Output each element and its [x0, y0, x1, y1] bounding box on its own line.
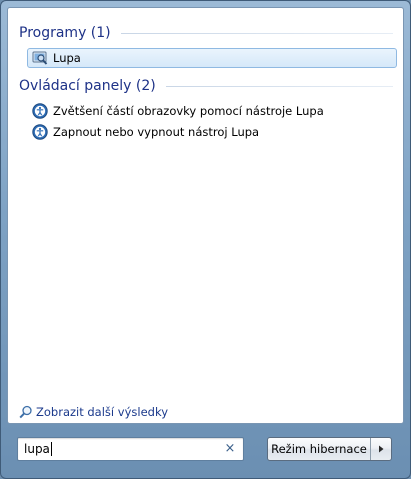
- start-menu: Programy (1) Lupa Ovládací panely (2) Zv…: [0, 0, 411, 479]
- search-results-panel: Programy (1) Lupa Ovládací panely (2) Zv…: [7, 7, 404, 424]
- see-more-results-label: Zobrazit další výsledky: [36, 405, 168, 419]
- group-divider: [165, 85, 393, 87]
- ease-of-access-icon: [32, 103, 48, 119]
- clear-icon[interactable]: ×: [223, 441, 237, 457]
- group-header-control-panel: Ovládací panely (2): [19, 76, 393, 96]
- result-item-label: Zvětšení částí obrazovky pomocí nástroje…: [53, 104, 324, 118]
- group-header-programs-label: Programy (1): [19, 25, 111, 41]
- power-options-button[interactable]: [371, 438, 391, 460]
- text-caret: [51, 442, 52, 456]
- search-box[interactable]: ×: [17, 437, 244, 461]
- group-header-programs: Programy (1): [19, 23, 393, 43]
- result-item-toggle-lupa[interactable]: Zapnout nebo vypnout nástroj Lupa: [27, 122, 397, 142]
- result-item-label: Lupa: [53, 51, 81, 65]
- group-header-control-panel-label: Ovládací panely (2): [19, 78, 156, 94]
- see-more-results-link[interactable]: Zobrazit další výsledky: [19, 403, 168, 421]
- arrow-right-icon: [379, 445, 384, 453]
- group-divider: [120, 32, 393, 34]
- magnifier-app-icon: [32, 51, 48, 65]
- result-item-lupa[interactable]: Lupa: [27, 48, 397, 68]
- power-button-group: Režim hibernace: [267, 437, 392, 461]
- search-input[interactable]: [18, 438, 218, 460]
- result-item-label: Zapnout nebo vypnout nástroj Lupa: [53, 125, 260, 139]
- ease-of-access-icon: [32, 124, 48, 140]
- hibernate-button[interactable]: Režim hibernace: [268, 438, 371, 460]
- result-item-magnify-parts[interactable]: Zvětšení částí obrazovky pomocí nástroje…: [27, 101, 397, 121]
- search-icon: [19, 405, 32, 419]
